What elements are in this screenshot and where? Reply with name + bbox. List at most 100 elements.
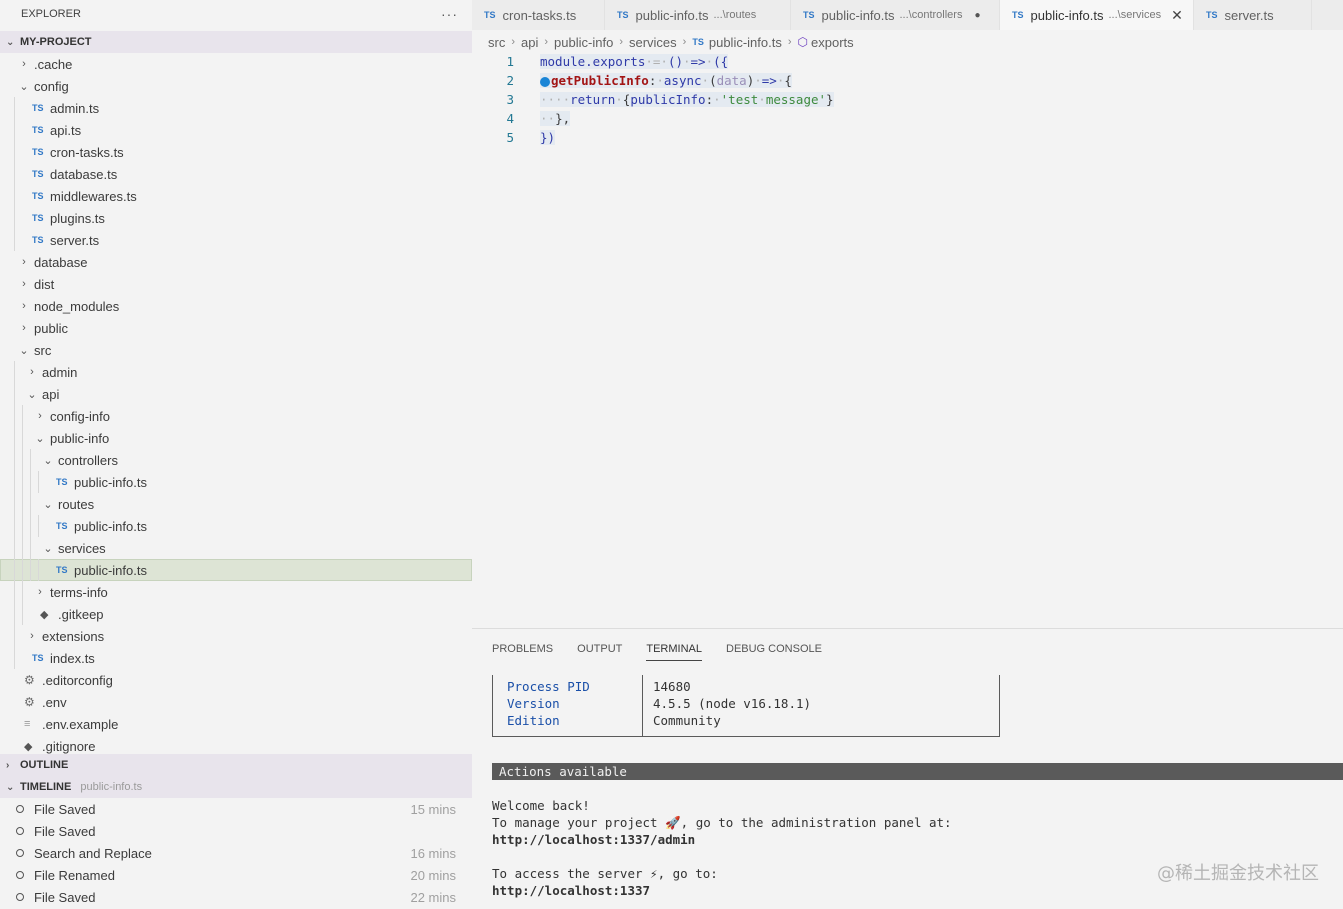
indent-guide bbox=[14, 471, 15, 493]
info-value: Community bbox=[653, 713, 721, 728]
indent-guide bbox=[22, 493, 23, 515]
close-icon[interactable]: ✕ bbox=[1171, 7, 1183, 24]
tree-folder[interactable]: ⌄ services bbox=[0, 537, 472, 559]
typescript-file-icon: TS bbox=[32, 653, 44, 663]
actions-available-bar: Actions available bbox=[492, 763, 1343, 780]
more-actions-icon[interactable]: ··· bbox=[441, 6, 458, 22]
code-text: }) bbox=[540, 130, 556, 145]
breadcrumb-item[interactable]: api bbox=[521, 35, 538, 50]
timeline-item[interactable]: File Saved bbox=[0, 820, 472, 842]
tab-problems[interactable]: PROBLEMS bbox=[492, 643, 553, 665]
line-number: 5 bbox=[506, 130, 514, 145]
tree-file[interactable]: TS index.ts bbox=[0, 647, 472, 669]
editor-area: TS cron-tasks.ts TS public-info.ts ...\route… bbox=[472, 0, 1343, 628]
editor-tab[interactable]: TS server.ts bbox=[1194, 0, 1312, 30]
typescript-file-icon: TS bbox=[32, 103, 44, 113]
tree-folder[interactable]: ⌄ api bbox=[0, 383, 472, 405]
text-file-icon: ≡ bbox=[24, 718, 31, 730]
tree-folder[interactable]: › terms-info bbox=[0, 581, 472, 603]
indent-guide bbox=[14, 163, 15, 185]
tree-item-label: src bbox=[34, 342, 52, 358]
tree-folder[interactable]: › node_modules bbox=[0, 295, 472, 317]
editor-tab[interactable]: TS public-info.ts ...\routes bbox=[605, 0, 791, 30]
timeline-section-header[interactable]: ⌄ TIMELINE public-info.ts bbox=[0, 776, 472, 798]
tree-folder[interactable]: › extensions bbox=[0, 625, 472, 647]
project-section-header[interactable]: ⌄ MY-PROJECT bbox=[0, 31, 472, 53]
tree-folder[interactable]: › .cache bbox=[0, 53, 472, 75]
breadcrumb-item[interactable]: public-info bbox=[554, 35, 613, 50]
tree-file[interactable]: TS public-info.ts bbox=[0, 515, 472, 537]
tree-folder[interactable]: › database bbox=[0, 251, 472, 273]
timeline-item[interactable]: Search and Replace 16 mins bbox=[0, 842, 472, 864]
tree-item-label: public bbox=[34, 320, 68, 336]
breadcrumb-item[interactable]: exports bbox=[811, 35, 854, 50]
tree-file[interactable]: ◆ .gitkeep bbox=[0, 603, 472, 625]
tree-folder[interactable]: ⌄ config bbox=[0, 75, 472, 97]
tree-item-label: server.ts bbox=[50, 232, 100, 248]
breadcrumb-item[interactable]: services bbox=[629, 35, 677, 50]
tree-file[interactable]: TS public-info.ts bbox=[0, 471, 472, 493]
modified-dot-icon[interactable]: ● bbox=[974, 10, 980, 21]
timeline-item[interactable]: File Renamed 20 mins bbox=[0, 864, 472, 886]
typescript-file-icon: TS bbox=[32, 213, 44, 223]
tab-terminal[interactable]: TERMINAL bbox=[646, 643, 702, 661]
tree-file[interactable]: ⚙ .env bbox=[0, 691, 472, 713]
timeline-file: public-info.ts bbox=[80, 781, 143, 793]
timeline-item[interactable]: File Saved 22 mins bbox=[0, 886, 472, 908]
tree-file[interactable]: TS public-info.ts bbox=[0, 559, 472, 581]
tree-folder[interactable]: › dist bbox=[0, 273, 472, 295]
chevron-right-icon: › bbox=[619, 36, 623, 48]
circle-icon bbox=[16, 805, 24, 813]
tree-file[interactable]: TS cron-tasks.ts bbox=[0, 141, 472, 163]
tab-output[interactable]: OUTPUT bbox=[577, 643, 622, 665]
tree-item-label: services bbox=[58, 540, 106, 556]
indent-guide bbox=[22, 449, 23, 471]
indent-guide bbox=[14, 493, 15, 515]
tree-file[interactable]: ≡ .env.example bbox=[0, 713, 472, 735]
tree-file[interactable]: TS plugins.ts bbox=[0, 207, 472, 229]
editor-tab[interactable]: TS public-info.ts ...\controllers ● bbox=[791, 0, 1000, 30]
tree-file[interactable]: TS admin.ts bbox=[0, 97, 472, 119]
tree-file[interactable]: TS database.ts bbox=[0, 163, 472, 185]
tree-folder[interactable]: › config-info bbox=[0, 405, 472, 427]
typescript-file-icon: TS bbox=[1012, 10, 1024, 20]
explorer-header: EXPLORER ··· bbox=[0, 0, 472, 28]
editor-tab[interactable]: TS public-info.ts ...\services ✕ bbox=[1000, 0, 1194, 30]
tree-folder[interactable]: ⌄ routes bbox=[0, 493, 472, 515]
indent-guide bbox=[14, 625, 15, 647]
breadcrumb-item[interactable]: public-info.ts bbox=[709, 35, 782, 50]
outline-section-header[interactable]: › OUTLINE bbox=[0, 754, 472, 776]
breadcrumb-item[interactable]: src bbox=[488, 35, 505, 50]
tree-folder[interactable]: ⌄ public-info bbox=[0, 427, 472, 449]
editor-tab[interactable]: TS cron-tasks.ts bbox=[472, 0, 605, 30]
typescript-file-icon: TS bbox=[32, 147, 44, 157]
tree-item-label: database bbox=[34, 254, 88, 270]
timeline-item[interactable]: File Saved 15 mins bbox=[0, 798, 472, 820]
code-text: getPublicInfo:·async·(data)·=>·{ bbox=[540, 73, 792, 88]
indent-guide bbox=[22, 405, 23, 427]
tree-folder[interactable]: ⌄ src bbox=[0, 339, 472, 361]
info-values: 14680 4.5.5 (node v16.18.1) Community bbox=[643, 675, 811, 736]
tree-file[interactable]: TS api.ts bbox=[0, 119, 472, 141]
git-file-icon: ◆ bbox=[24, 740, 33, 753]
tab-debug-console[interactable]: DEBUG CONSOLE bbox=[726, 643, 822, 665]
tree-file[interactable]: TS server.ts bbox=[0, 229, 472, 251]
tree-item-label: public-info.ts bbox=[74, 474, 147, 490]
info-keys: Process PID Version Edition bbox=[493, 675, 643, 736]
indent-guide bbox=[14, 361, 15, 383]
code-line: 2 getPublicInfo:·async·(data)·=>·{ bbox=[472, 71, 1343, 90]
tree-folder[interactable]: › public bbox=[0, 317, 472, 339]
tree-file[interactable]: ⚙ .editorconfig bbox=[0, 669, 472, 691]
lightbulb-icon[interactable] bbox=[540, 76, 550, 87]
admin-url-link[interactable]: http://localhost:1337/admin bbox=[492, 831, 1343, 848]
line-number: 3 bbox=[506, 92, 514, 107]
line-number: 4 bbox=[506, 111, 514, 126]
indent-guide bbox=[30, 537, 31, 559]
typescript-file-icon: TS bbox=[484, 10, 496, 20]
tree-item-label: middlewares.ts bbox=[50, 188, 137, 204]
tree-file[interactable]: TS middlewares.ts bbox=[0, 185, 472, 207]
tree-folder[interactable]: › admin bbox=[0, 361, 472, 383]
tree-folder[interactable]: ⌄ controllers bbox=[0, 449, 472, 471]
code-editor[interactable]: 1 module.exports·=·()·=>·({ 2 getPublicI… bbox=[472, 52, 1343, 147]
chevron-down-icon: ⌄ bbox=[6, 36, 15, 48]
